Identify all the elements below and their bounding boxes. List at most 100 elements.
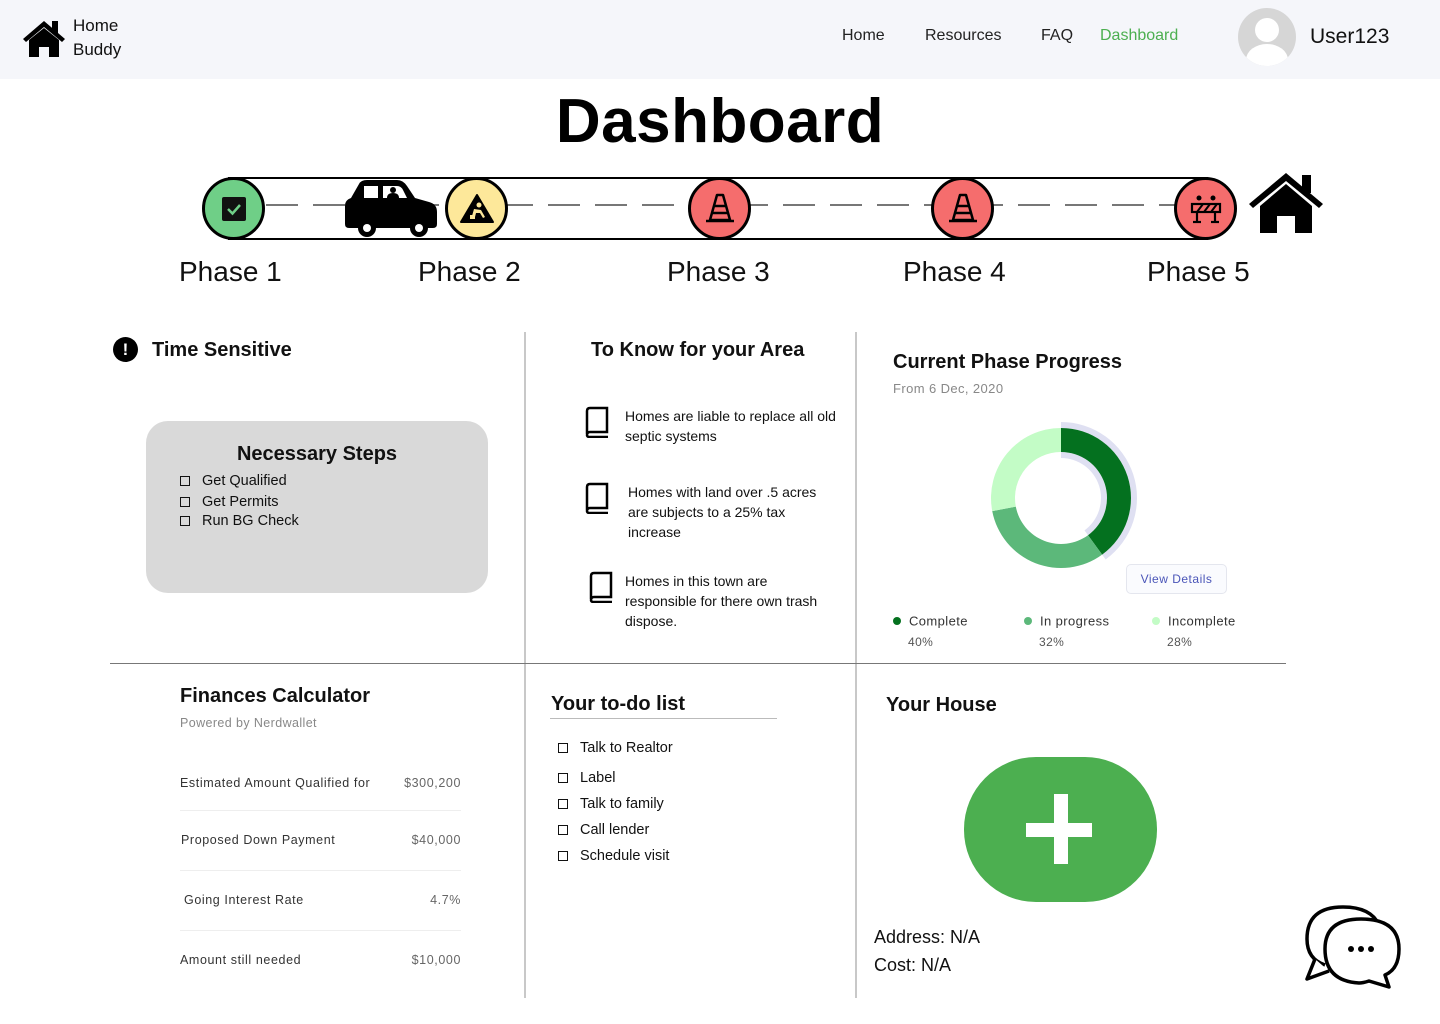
time-sensitive-title: Time Sensitive [152,339,292,361]
todo-title-underline [550,718,777,719]
area-fact-text: Homes with land over .5 acres are subjec… [628,484,817,540]
step-item[interactable]: Run BG Check [180,513,299,529]
phase-2-label: Phase 2 [418,256,521,287]
todo-item[interactable]: Call lender [558,822,649,838]
logo-text-line2: Buddy [73,40,122,59]
checkbox[interactable] [180,497,190,507]
finances-title: Finances Calculator [180,685,371,707]
house-icon [23,21,65,57]
finance-divider [180,870,461,871]
area-fact-text: Homes are liable to replace all old sept… [625,408,836,444]
step-label: Get Permits [202,494,279,510]
chat-bubbles-icon[interactable] [1303,903,1403,989]
checkbox-check-icon [221,196,246,221]
legend-dot [893,616,901,625]
book-icon [585,482,609,514]
phase-4-label: Phase 4 [903,256,1006,287]
area-fact: Homes in this town are responsible for t… [588,571,837,631]
todo-item[interactable]: Talk to family [558,796,664,812]
progress-donut-chart [991,422,1137,568]
step-label: Run BG Check [202,513,299,529]
todo-title: Your to-do list [551,693,686,715]
checkbox[interactable] [558,851,568,861]
traffic-cone-icon [705,193,734,222]
top-navigation-bar: Home Buddy Home Resources FAQ Dashboard … [0,0,1440,79]
todo-item[interactable]: Label [558,770,615,786]
legend-item-complete: Complete 40% [893,612,968,649]
donut-slice-in-progress [992,506,1103,568]
construction-worker-icon [459,193,494,223]
legend-value: 28% [1167,635,1193,649]
legend-dot [1152,616,1160,625]
phase-4-node[interactable] [931,177,994,240]
legend-label: Incomplete [1168,613,1236,629]
progress-title: Current Phase Progress [893,351,1122,373]
finance-row: Amount still needed $10,000 [180,953,461,967]
finance-label: Proposed Down Payment [181,833,336,847]
finance-value[interactable]: $300,200 [404,776,461,790]
road-barrier-icon [1190,195,1221,223]
exclamation-icon: ! [113,337,138,362]
area-title: To Know for your Area [591,339,805,361]
todo-label: Call lender [580,822,650,838]
necessary-steps-title: Necessary Steps [236,443,398,465]
logo[interactable]: Home Buddy [22,14,121,62]
area-fact: Homes are liable to replace all old sept… [584,406,837,446]
step-item[interactable]: Get Qualified [180,473,287,489]
finance-label: Amount still needed [180,953,302,967]
checkbox[interactable] [558,773,568,783]
view-details-button[interactable]: View Details [1126,564,1227,594]
finance-value[interactable]: 4.7% [430,893,461,907]
finance-value[interactable]: $10,000 [412,953,461,967]
finance-divider [180,930,461,931]
finance-label: Going Interest Rate [184,893,304,907]
finances-subtitle: Powered by Nerdwallet [180,716,317,730]
nav-home[interactable]: Home [842,27,885,45]
legend-dot [1024,616,1032,625]
house-address: Address: N/A [874,927,981,947]
user-avatar-icon[interactable] [1238,8,1296,66]
checkbox[interactable] [180,516,190,526]
username[interactable]: User123 [1310,25,1389,49]
finance-row: Going Interest Rate 4.7% [180,893,461,907]
legend-label: In progress [1040,613,1110,629]
checkbox[interactable] [558,743,568,753]
todo-item[interactable]: Schedule visit [558,848,669,864]
nav-dashboard[interactable]: Dashboard [1100,27,1178,45]
column-divider [524,332,526,998]
car-icon [345,180,437,237]
phase-5-label: Phase 5 [1147,256,1250,287]
todo-label: Talk to Realtor [580,740,673,756]
page-title: Dashboard [555,87,885,156]
phase-3-node[interactable] [688,177,751,240]
book-icon [589,571,613,603]
finance-row: Proposed Down Payment $40,000 [180,833,461,847]
step-item[interactable]: Get Permits [180,494,279,510]
nav-resources[interactable]: Resources [925,27,1001,45]
checkbox[interactable] [180,476,190,486]
row-divider [110,663,1286,664]
step-label: Get Qualified [202,473,287,489]
todo-label: Talk to family [580,796,664,812]
todo-item[interactable]: Talk to Realtor [558,740,673,756]
finance-value[interactable]: $40,000 [412,833,461,847]
phase-2-node[interactable] [445,177,508,240]
legend-label: Complete [909,613,968,629]
your-house-title: Your House [886,694,997,716]
legend-value: 32% [1039,635,1065,649]
add-house-button[interactable] [964,757,1157,902]
finance-row: Estimated Amount Qualified for $300,200 [180,776,461,790]
book-icon [585,406,609,438]
nav-faq[interactable]: FAQ [1041,27,1073,45]
checkbox[interactable] [558,799,568,809]
traffic-cone-icon [948,193,977,222]
area-fact-text: Homes in this town are responsible for t… [625,573,818,629]
phase-3-label: Phase 3 [667,256,770,287]
finance-label: Estimated Amount Qualified for [180,776,371,790]
checkbox[interactable] [558,825,568,835]
phase-1-node[interactable] [202,177,265,240]
phase-5-node[interactable] [1174,177,1237,240]
finance-divider [180,810,461,811]
column-divider [855,332,857,998]
legend-item-in-progress: In progress 32% [1024,612,1109,649]
